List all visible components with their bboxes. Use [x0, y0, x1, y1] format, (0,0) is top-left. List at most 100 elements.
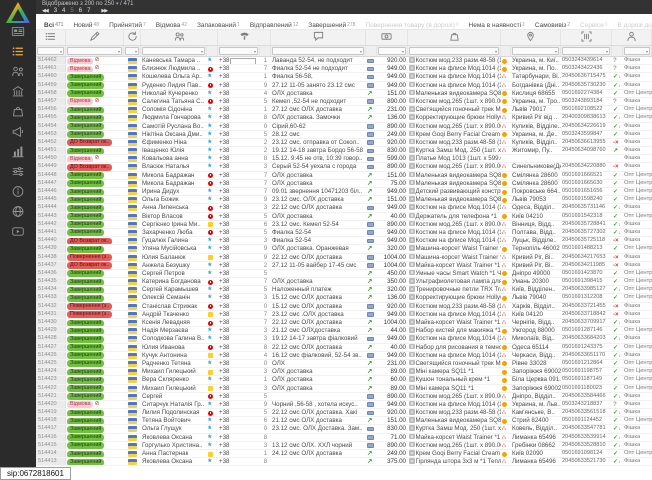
order-row-514445[interactable]: 514445ЗавершенийОльга Божик*+38923.12 см…: [36, 196, 652, 204]
status-badge[interactable]: Завершений: [67, 221, 104, 228]
status-badge[interactable]: Завершений: [67, 115, 104, 122]
sidebar-item-notifications[interactable]: [10, 127, 26, 141]
sidebar-item-products[interactable]: [10, 107, 26, 121]
column-header-client-icon[interactable]: [141, 30, 218, 45]
status-badge[interactable]: Завершений: [67, 74, 104, 81]
status-badge[interactable]: Завершений: [67, 385, 104, 392]
status-badge[interactable]: Завершений: [67, 270, 104, 277]
status-badge[interactable]: Завершений: [67, 459, 104, 466]
status-badge[interactable]: Завершений: [67, 426, 104, 433]
status-badge[interactable]: Завершений: [67, 360, 104, 367]
order-row-514450[interactable]: 514450Відмова⊘Ковальова анна*+38815.12. …: [36, 155, 652, 163]
order-row-514441[interactable]: 514441ЗавершенийЗахарченко Люба+385Фиалк…: [36, 229, 652, 237]
page-number-5[interactable]: 5: [70, 8, 73, 14]
order-row-514442[interactable]: 514442ЗавершенийСергієнко Ірина Ми..+386…: [36, 221, 652, 229]
order-row-514434[interactable]: 514434ЗавершенийСергей Карамышев*+385Нал…: [36, 286, 652, 294]
status-badge[interactable]: Завершений: [67, 90, 104, 97]
status-badge[interactable]: Повернення (з..: [67, 254, 112, 261]
order-row-514454[interactable]: 514454ЗавершенийСамотій Руслана Во..*+38…: [36, 123, 652, 131]
status-badge[interactable]: Завершений: [67, 82, 104, 89]
filter-select-name[interactable]: [142, 47, 205, 55]
order-row-514418[interactable]: 514418ЗавершенийТетяна Войтович*+38621.1…: [36, 417, 652, 425]
order-row-514438[interactable]: 514438Повернення (з..Юлия Баланюк+38922.…: [36, 254, 652, 262]
status-badge[interactable]: Завершений: [67, 107, 104, 114]
status-badge[interactable]: Завершений: [67, 205, 104, 212]
status-badge[interactable]: Повернення (з..: [67, 311, 112, 318]
status-badge[interactable]: Завершений: [67, 377, 104, 384]
status-badge[interactable]: Завершений: [67, 344, 104, 351]
order-row-514457[interactable]: 514457Відмова⊘Салегина Татьяна С..+385Ке…: [36, 98, 652, 106]
status-badge[interactable]: Завершений: [67, 442, 104, 449]
status-badge[interactable]: ДО Возврат ок..: [67, 139, 112, 146]
status-badge[interactable]: Завершений: [67, 213, 104, 220]
tab-запакований[interactable]: Запакований1: [192, 18, 245, 30]
status-badge[interactable]: Відмова: [67, 401, 93, 408]
status-badge[interactable]: Завершений: [67, 328, 104, 335]
page-size-caret-icon[interactable]: ▾: [116, 1, 119, 7]
status-badge[interactable]: Завершений: [67, 434, 104, 441]
column-header-comment-icon[interactable]: [271, 30, 366, 45]
column-header-product-icon[interactable]: [408, 30, 501, 45]
last-page-icon[interactable]: ▶▶: [101, 8, 107, 14]
first-page-icon[interactable]: ◀◀: [42, 8, 48, 14]
column-header-phone-icon[interactable]: [218, 30, 271, 45]
order-row-514416[interactable]: 514416ЗавершенийЯковлева Оксана*+38871.0…: [36, 434, 652, 442]
order-row-514455[interactable]: 514455ЗавершенийЛюдмила Гончарова*+388ОЛ…: [36, 114, 652, 122]
column-header-country-refresh-icon[interactable]: [124, 30, 141, 45]
sidebar-item-info[interactable]: [10, 187, 26, 201]
sidebar-item-video-help[interactable]: [10, 227, 26, 241]
sidebar-item-clients[interactable]: [10, 67, 26, 81]
filter-select-st[interactable]: [67, 47, 122, 55]
order-row-514452[interactable]: 514452ДО Возврат ок..Єфименко Ніна*+3822…: [36, 139, 652, 147]
order-row-514432[interactable]: 514432Повернення (з..Станіслав Стрижак+3…: [36, 303, 652, 311]
column-header-manager-icon[interactable]: [612, 30, 652, 45]
order-row-514433[interactable]: 514433ЗавершенийОлексій Семанін*+38315.1…: [36, 294, 652, 302]
order-row-514460[interactable]: 514460ЗавершенийКошелева Ольга Ар..*+381…: [36, 73, 652, 81]
order-row-514429[interactable]: 514429ЗавершенийНадія Мерзаєва*+38321.12…: [36, 327, 652, 335]
sidebar-item-orders[interactable]: [10, 47, 26, 61]
tab-відмова[interactable]: Відмова42: [151, 18, 192, 30]
order-row-514444[interactable]: 514444ЗавершенийАнна Липенська+38322.12 …: [36, 204, 652, 212]
status-badge[interactable]: Відмова: [67, 156, 93, 163]
status-badge[interactable]: Завершений: [67, 148, 104, 155]
column-header-payment-icon[interactable]: [366, 30, 408, 45]
status-badge[interactable]: Завершений: [67, 295, 104, 302]
order-row-514435[interactable]: 514435ЗавершенийКатерина Богданова+387ОЛ…: [36, 278, 652, 286]
order-row-514456[interactable]: 514456ЗавершенийСоломія Сідоніна*+38127.…: [36, 106, 652, 114]
order-row-514424[interactable]: 514424ЗавершенийМихаил Гилецький+383ОЛХ …: [36, 368, 652, 376]
page-number-7[interactable]: 7: [87, 8, 90, 14]
status-badge[interactable]: Відмова: [67, 66, 93, 73]
status-badge[interactable]: Завершений: [67, 451, 104, 458]
tab-відправлений[interactable]: Відправлений12: [245, 18, 303, 30]
status-badge[interactable]: Завершений: [67, 369, 104, 376]
filter-select-flag[interactable]: [125, 47, 139, 55]
filter-select-ph[interactable]: [219, 47, 258, 55]
order-row-514447[interactable]: 514447ЗавершенийМикола Бадражан+387ОЛХ д…: [36, 180, 652, 188]
order-row-514420[interactable]: 514420Відмова⊘Ситарчук Наталія Гр..*+389…: [36, 401, 652, 409]
order-row-514459[interactable]: 514459ЗавершенийРуденко Лидия Пав..+3892…: [36, 82, 652, 90]
sidebar-item-settings[interactable]: [10, 167, 26, 181]
app-logo-icon[interactable]: [5, 1, 31, 25]
order-row-514413[interactable]: 514413ЗавершенийЯковлева Оксана*+388↗375…: [36, 458, 652, 466]
status-badge[interactable]: Завершений: [67, 279, 104, 286]
filter-select-cm[interactable]: [272, 47, 364, 55]
status-badge[interactable]: Завершений: [67, 172, 104, 179]
status-badge[interactable]: Завершений: [67, 131, 104, 138]
sidebar-item-dashboard[interactable]: [10, 27, 26, 41]
column-header-status-edit-icon[interactable]: [66, 30, 124, 45]
filter-select-prod[interactable]: [409, 47, 499, 55]
status-badge[interactable]: Завершений: [67, 229, 104, 236]
column-header-delivery-icon[interactable]: [501, 30, 561, 45]
status-badge[interactable]: Відмова: [67, 58, 93, 65]
order-row-514425[interactable]: 514425ЗавершенийРадченко Тетяна*+380ОЛХ↗…: [36, 360, 652, 368]
order-row-514428[interactable]: 514428ЗавершенийСолодкова Галина В..*+38…: [36, 335, 652, 343]
filter-select-reg[interactable]: [512, 47, 559, 55]
status-badge[interactable]: Завершений: [67, 197, 104, 204]
sidebar-item-statistics[interactable]: [10, 147, 26, 161]
phone-filter-input[interactable]: [230, 58, 256, 65]
order-row-514430[interactable]: 514430ЗавершенийКсенія Левадняя+38722.12…: [36, 319, 652, 327]
status-badge[interactable]: Завершений: [67, 418, 104, 425]
filter-select-pr[interactable]: [378, 47, 406, 55]
status-badge[interactable]: ДО Возврат ок..: [67, 262, 112, 269]
order-row-514451[interactable]: 514451ЗавершенийІващенко Юлія*+38219.12 …: [36, 147, 652, 155]
